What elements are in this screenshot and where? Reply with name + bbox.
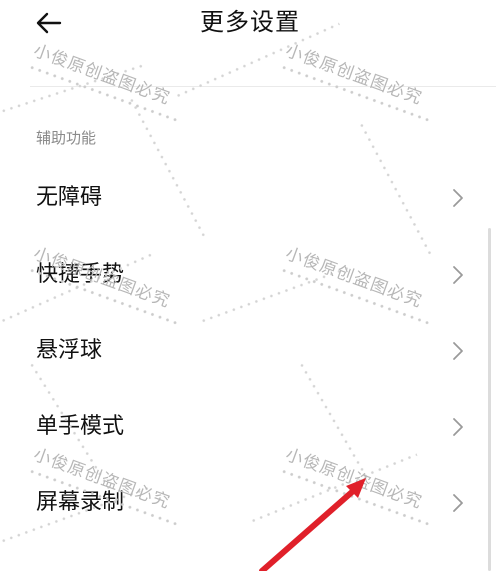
header-divider: [30, 86, 496, 87]
menu-item-label: 快捷手势: [36, 262, 125, 287]
chevron-right-icon: [453, 189, 463, 207]
header-bar: 更多设置: [0, 0, 500, 48]
section-label-accessibility: 辅助功能: [36, 129, 97, 147]
watermark-text: 小俊原创盗图必究: [30, 40, 173, 109]
chevron-right-icon: [453, 494, 463, 512]
chevron-right-icon: [453, 342, 463, 360]
menu-item-label: 单手模式: [36, 414, 125, 439]
menu-item-label: 悬浮球: [36, 338, 103, 363]
page-title: 更多设置: [200, 8, 300, 36]
menu-item-shortcut-gestures[interactable]: 快捷手势: [0, 237, 490, 313]
menu-item-one-handed-mode[interactable]: 单手模式: [0, 389, 490, 465]
watermark-dots: [27, 64, 180, 123]
watermark-chain: [0, 63, 144, 114]
watermark: 小俊原创盗图必究: [276, 40, 449, 136]
watermark-dots: [279, 64, 432, 123]
menu-item-floating-ball[interactable]: 悬浮球: [0, 313, 490, 389]
watermark-text: 小俊原创盗图必究: [282, 40, 425, 109]
menu-item-accessibility[interactable]: 无障碍: [0, 160, 490, 236]
menu-item-label: 屏幕录制: [36, 490, 125, 515]
chevron-right-icon: [453, 266, 463, 284]
menu-item-label: 无障碍: [36, 185, 103, 210]
menu-item-screen-recording[interactable]: 屏幕录制: [0, 465, 490, 541]
watermark: 小俊原创盗图必究: [24, 40, 197, 136]
chevron-right-icon: [453, 418, 463, 436]
scrollbar[interactable]: [488, 228, 491, 571]
